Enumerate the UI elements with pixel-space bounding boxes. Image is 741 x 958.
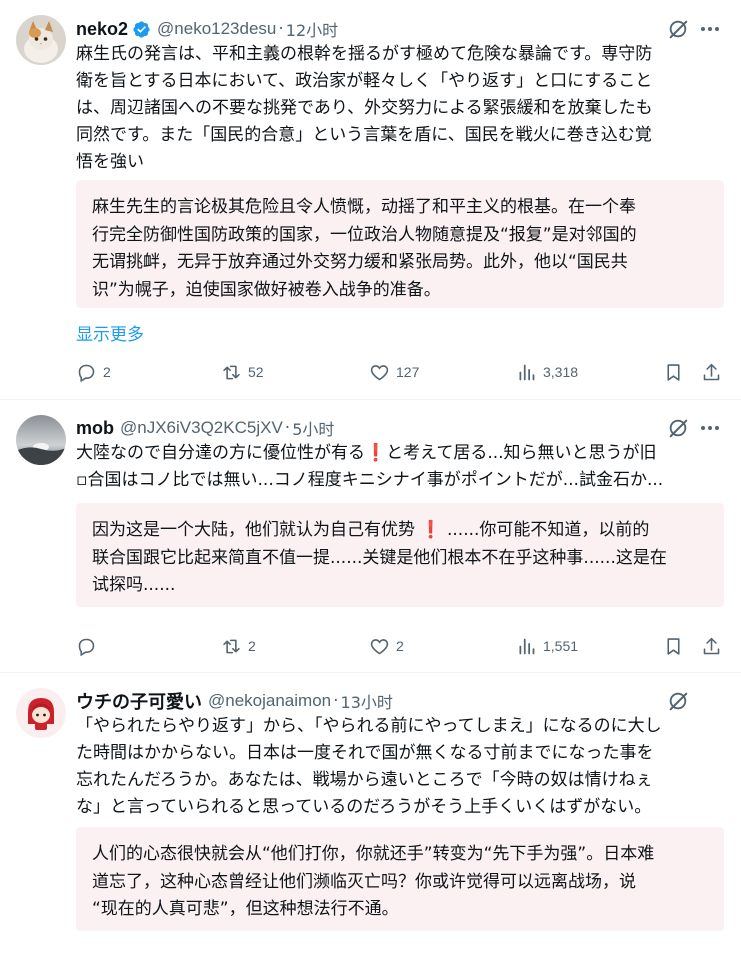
separator-dot: · [333,691,339,711]
avatar[interactable] [16,688,66,738]
timestamp[interactable]: 12小时 [286,17,338,41]
timestamp[interactable]: 13小时 [341,689,393,713]
translation-box: 麻生先生的言论极其危险且令人愤慨，动摇了和平主义的根基。在一个奉 行完全防御性国… [76,180,724,308]
tweet-text: 麻生氏の発言は、平和主義の根幹を揺るがす極めて危険な暴論です。専守防 衛を旨とす… [76,41,722,176]
bookmark-icon [667,637,680,655]
tweet-3[interactable]: ウチの子可愛い @nekojanaimon · 13小时 「やられたらやり返す」… [0,673,741,958]
repost-count: 2 [248,638,256,654]
text-line: 忘れたんだろうか。あなたは、戦場から遠いところで「今時の奴は情けねぇ [76,770,653,790]
exclamation-emoji: ❗ [420,520,442,540]
translation-box: 人们的心态很快就会从“他们打你，你就还手”转变为“先下手为强”。日本难 道忘了，… [76,827,724,931]
more-icon[interactable] [698,17,722,41]
text-segment: 大陸なので自分達の方に優位性が有る [76,443,365,463]
share-button[interactable] [701,360,722,384]
bookmark-icon [667,363,680,381]
translation-line: 行完全防御性国防政策的国家，一位政治人物随意提及“报复”是对邻国的 [92,224,637,245]
translation-segment: 因为这是一个大陆，他们就认为自己有优势 [92,520,415,540]
author-handle[interactable]: @nJX6iV3Q2KC5jXV [120,418,283,438]
share-button[interactable] [701,634,722,658]
like-button[interactable]: 127 [369,360,419,384]
separator-dot: · [284,418,291,438]
reply-button[interactable]: 2 [76,360,111,384]
repost-button[interactable]: 2 [221,634,256,658]
translation-line: 麻生先生的言论极其危险且令人愤慨，动摇了和平主义的根基。在一个奉 [92,197,636,217]
text-line: な」と言っていられると思っているのだろうがそう上手くいくはずがない。 [76,797,652,817]
author-handle[interactable]: @neko123desu [157,19,276,39]
avatar[interactable] [16,415,66,465]
translation-line: 联合国跟它比起来简直不值一提......关键是他们根本不在乎这种事......这… [92,547,667,568]
reply-icon [78,638,95,656]
translation-line: “现在的人真可悲”，但这种想法行不通。 [92,899,399,919]
views-button[interactable]: 1,551 [516,634,578,658]
repost-icon [223,365,240,379]
reply-button[interactable] [76,634,103,658]
tweet-header: mob @nJX6iV3Q2KC5jXV · 5小时 [76,416,334,440]
translation-line: 道忘了，这种心态曾经让他们濒临灭亡吗？你或许觉得可以远离战场，说 [92,871,636,892]
translation-box: 因为这是一个大陆，他们就认为自己有优势 ❗ ......你可能不知道，以前的 联… [76,503,724,607]
translation-line: 人们的心态很快就会从“他们打你，你就还手”转变为“先下手为强”。日本难 [92,844,655,864]
translation-line: 试探吗...... [92,575,176,595]
repost-button[interactable]: 52 [221,360,264,384]
bookmark-button[interactable] [663,634,684,658]
text-line: 「やられたらやり返す」から、「やられる前にやってしまえ」になるのに大し [76,716,662,736]
share-icon [703,363,720,380]
like-button[interactable]: 2 [369,634,404,658]
text-line: 同然です。また「国民的合意」という言葉を盾に、国民を戦火に巻き込む覚 [76,125,652,145]
author-name[interactable]: ウチの子可愛い [76,688,202,714]
share-icon [703,637,720,654]
repost-icon [223,639,240,653]
tweet-text: 大陸なので自分達の方に優位性が有る❗と考えて居る...知ら無いと思うが旧 ▫合国… [76,440,722,494]
text-line: は、周辺諸国への不要な挑発であり、外交努力による緊張緩和を放棄したも [76,98,653,118]
reply-count: 2 [103,364,111,380]
tweet-text: 「やられたらやり返す」から、「やられる前にやってしまえ」になるのに大し た時間は… [76,713,722,821]
author-name[interactable]: neko2 [76,19,128,40]
exclamation-emoji: ❗ [365,443,387,463]
translation-line: 无谓挑衅，无异于放弃通过外交努力缓和紧张局势。此外，他以“国民共 [92,252,628,272]
tweet-header: neko2 @neko123desu · 12小时 [76,17,338,41]
text-line: 衛を旨とする日本において、政治家が軽々しく「やり返す」と口にすること [76,71,653,91]
cat-avatar-icon [16,15,66,65]
grok-icon[interactable] [667,690,689,712]
views-icon [519,364,535,380]
translation-line: 因为这是一个大陆，他们就认为自己有优势 ❗ ......你可能不知道，以前的 [92,517,708,545]
translation-line: 识”为幌子，迫使国家做好被卷入战争的准备。 [92,279,441,300]
text-line: 悟を強い [76,152,144,172]
grok-icon[interactable] [667,417,689,439]
like-count: 2 [396,638,404,654]
tweet-1[interactable]: neko2 @neko123desu · 12小时 麻生氏の発言は、平和主義の根… [0,0,741,400]
tweet-header: ウチの子可愛い @nekojanaimon · 13小时 [76,689,393,713]
views-count: 1,551 [543,638,579,654]
verified-badge-icon [133,20,150,38]
sunset-avatar-icon [16,415,66,465]
like-icon [370,638,389,654]
views-icon [519,638,535,654]
like-icon [370,364,389,380]
translation-segment: ......你可能不知道，以前的 [446,520,650,540]
bookmark-button[interactable] [663,360,684,384]
text-segment: と考えて居る...知ら無いと思うが旧 [386,443,657,463]
action-bar: 2 2 1,551 [76,634,724,658]
character-avatar-icon [16,688,66,738]
timestamp[interactable]: 5小时 [292,416,334,440]
tweet-2[interactable]: mob @nJX6iV3Q2KC5jXV · 5小时 大陸なので自分達の方に優位… [0,400,741,673]
text-line: 大陸なので自分達の方に優位性が有る❗と考えて居る...知ら無いと思うが旧 [76,440,722,467]
author-handle[interactable]: @nekojanaimon [208,691,331,711]
text-line: 麻生氏の発言は、平和主義の根幹を揺るがす極めて危険な暴論です。専守防 [76,44,653,64]
action-bar: 2 52 127 3,318 [76,360,724,384]
more-icon[interactable] [698,416,722,440]
separator-dot: · [278,19,284,39]
text-line: ▫合国はコノ比では無い...コノ程度キニシナイ事がポイントだが...試金石か..… [76,470,664,490]
like-count: 127 [396,364,420,380]
show-more-link[interactable]: 显示更多 [76,320,144,345]
reply-icon [78,364,95,382]
author-name[interactable]: mob [76,418,114,439]
grok-icon[interactable] [667,18,689,40]
views-count: 3,318 [543,364,579,380]
avatar[interactable] [16,15,66,65]
views-button[interactable]: 3,318 [516,360,578,384]
text-line: た時間はかからない。日本は一度それで国が無くなる寸前までになった事を [76,743,654,763]
repost-count: 52 [248,364,264,380]
